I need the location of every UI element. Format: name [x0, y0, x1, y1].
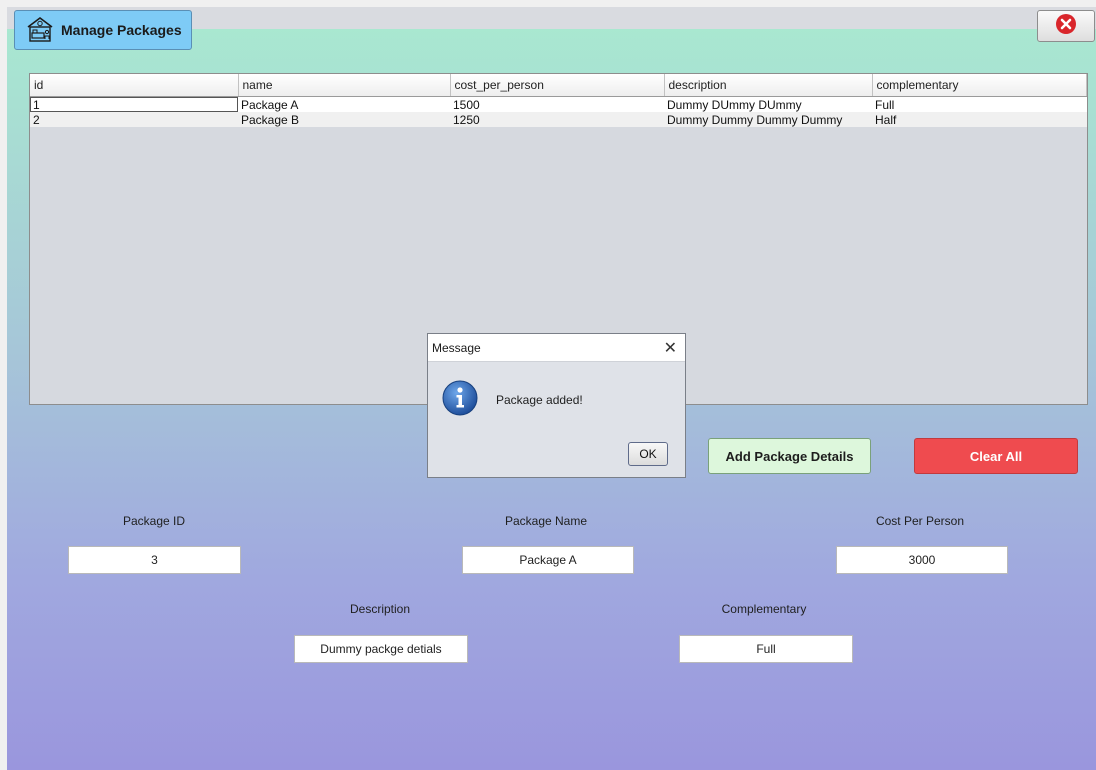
table-cell[interactable]: 1250 — [450, 112, 664, 127]
table-cell[interactable]: Dummy DUmmy DUmmy — [664, 96, 872, 112]
table-cell[interactable]: Half — [872, 112, 1087, 127]
ok-button[interactable]: OK — [628, 442, 668, 466]
window-title: Manage Packages — [61, 22, 182, 38]
dialog-message: Package added! — [496, 392, 583, 407]
clear-all-button[interactable]: Clear All — [914, 438, 1078, 474]
table-cell[interactable]: 1500 — [450, 96, 664, 112]
add-package-details-button[interactable]: Add Package Details — [708, 438, 871, 474]
column-header-id[interactable]: id — [30, 74, 239, 97]
package-name-field[interactable]: Package A — [462, 546, 634, 574]
table-cell[interactable]: 2 — [30, 112, 238, 127]
complementary-label: Complementary — [721, 602, 807, 616]
package-id-label: Package ID — [122, 514, 186, 528]
table-cell[interactable]: Full — [872, 96, 1087, 112]
dialog-title-bar: Message ✕ — [428, 334, 685, 362]
table-row[interactable]: 1 Package A 1500 Dummy DUmmy DUmmy Full — [30, 96, 1087, 112]
table-cell[interactable]: Package A — [238, 96, 450, 112]
description-field[interactable]: Dummy packge detials — [294, 635, 468, 663]
description-label: Description — [349, 602, 411, 616]
column-header-cost-per-person[interactable]: cost_per_person — [450, 74, 665, 97]
cost-per-person-label: Cost Per Person — [875, 514, 965, 528]
manage-packages-window: Manage Packages id name cost_per_person … — [7, 7, 1096, 770]
column-header-description[interactable]: description — [664, 74, 873, 97]
close-window-button[interactable] — [1037, 10, 1095, 42]
package-id-field[interactable]: 3 — [68, 546, 241, 574]
table-row[interactable]: 2 Package B 1250 Dummy Dummy Dummy Dummy… — [30, 112, 1087, 127]
complementary-field[interactable]: Full — [679, 635, 853, 663]
column-header-name[interactable]: name — [238, 74, 451, 97]
dialog-title: Message — [432, 340, 481, 355]
cost-per-person-field[interactable]: 3000 — [836, 546, 1008, 574]
info-icon — [442, 380, 478, 419]
table-header-row: id name cost_per_person description comp… — [30, 74, 1087, 97]
table-cell[interactable]: Package B — [238, 112, 450, 127]
package-name-label: Package Name — [504, 514, 588, 528]
message-dialog: Message ✕ Package added! OK — [427, 333, 686, 478]
dialog-body: Package added! — [442, 380, 583, 419]
table-cell[interactable]: Dummy Dummy Dummy Dummy — [664, 112, 872, 127]
close-circle-icon — [1055, 13, 1077, 40]
hotel-room-icon — [25, 15, 55, 46]
table-cell[interactable]: 1 — [30, 96, 238, 112]
manage-packages-title-button[interactable]: Manage Packages — [14, 10, 192, 50]
column-header-complementary[interactable]: complementary — [872, 74, 1087, 97]
dialog-close-button[interactable]: ✕ — [664, 338, 677, 358]
